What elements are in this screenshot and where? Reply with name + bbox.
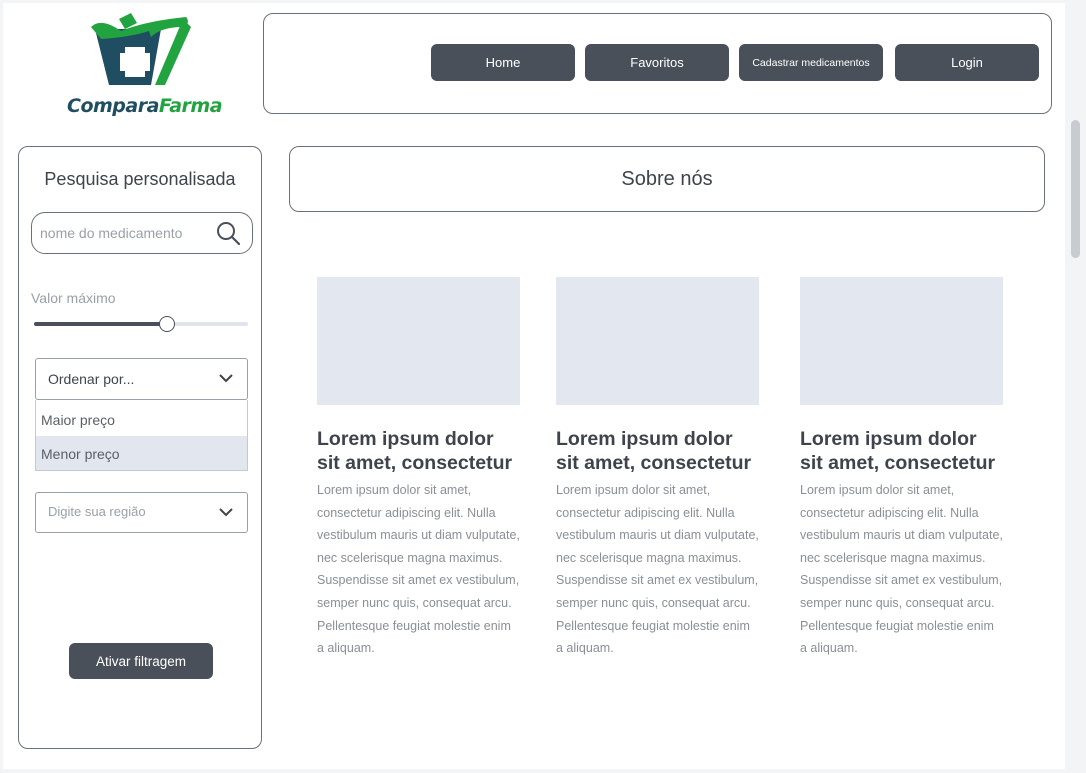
brand-name-part1: Compara: [67, 95, 159, 117]
nav-login-button[interactable]: Login: [895, 44, 1039, 81]
card-image-placeholder: [800, 277, 1003, 405]
nav-favoritos-button[interactable]: Favoritos: [585, 44, 729, 81]
card-title: Lorem ipsum dolor sit amet, consectetur: [317, 428, 513, 474]
card-body: Lorem ipsum dolor sit amet, consectetur …: [800, 483, 1003, 656]
sort-option-menor-preco[interactable]: Menor preço: [36, 436, 247, 470]
app-canvas: ComparaFarma Home Favoritos Cadastrar me…: [3, 3, 1065, 769]
sort-select[interactable]: Ordenar por...: [35, 358, 248, 400]
about-card: Lorem ipsum dolor sit amet, consectetur …: [317, 277, 521, 660]
nav-cadastrar-medicamentos-button[interactable]: Cadastrar medicamentos: [739, 44, 883, 81]
top-nav: Home Favoritos Cadastrar medicamentos Lo…: [263, 13, 1052, 114]
search-box: [31, 212, 253, 254]
card-image-placeholder: [317, 277, 520, 405]
card-image-placeholder: [556, 277, 759, 405]
region-select[interactable]: Digite sua região: [35, 492, 248, 533]
page: ComparaFarma Home Favoritos Cadastrar me…: [0, 0, 1086, 773]
brand-name: ComparaFarma: [67, 95, 223, 117]
filter-sidebar: Pesquisa personalisada Valor máximo Orde…: [18, 146, 262, 749]
search-icon[interactable]: [216, 221, 240, 245]
sidebar-title: Pesquisa personalisada: [44, 169, 236, 189]
sort-option-label: Menor preço: [41, 446, 120, 462]
logo[interactable]: ComparaFarma: [61, 13, 231, 123]
brand-name-part2: Farma: [158, 95, 223, 117]
sort-dropdown: Maior preço Menor preço: [35, 400, 248, 471]
region-select-placeholder: Digite sua região: [48, 504, 146, 519]
scrollbar-thumb[interactable]: [1071, 120, 1080, 258]
chevron-down-icon: [219, 374, 233, 383]
sort-select-label: Ordenar por...: [48, 371, 135, 387]
card-title: Lorem ipsum dolor sit amet, consectetur: [556, 428, 752, 474]
card-title: Lorem ipsum dolor sit amet, consectetur: [800, 428, 996, 474]
nav-home-button[interactable]: Home: [431, 44, 575, 81]
chevron-down-icon: [219, 508, 233, 517]
sort-option-maior-preco[interactable]: Maior preço: [36, 402, 247, 436]
sort-option-label: Maior preço: [41, 412, 115, 428]
card-body: Lorem ipsum dolor sit amet, consectetur …: [556, 483, 759, 656]
price-slider[interactable]: [34, 315, 248, 333]
price-slider-thumb[interactable]: [159, 316, 175, 332]
vertical-scrollbar[interactable]: [1066, 0, 1086, 773]
price-slider-fill: [34, 322, 167, 326]
card-body: Lorem ipsum dolor sit amet, consectetur …: [317, 483, 520, 656]
about-card: Lorem ipsum dolor sit amet, consectetur …: [800, 277, 1004, 660]
section-title: Sobre nós: [289, 146, 1045, 212]
search-input[interactable]: [40, 223, 210, 243]
price-slider-label: Valor máximo: [31, 290, 116, 306]
basket-cross-logo-icon: [91, 13, 191, 85]
apply-filter-button[interactable]: Ativar filtragem: [69, 643, 213, 679]
about-card: Lorem ipsum dolor sit amet, consectetur …: [556, 277, 760, 660]
